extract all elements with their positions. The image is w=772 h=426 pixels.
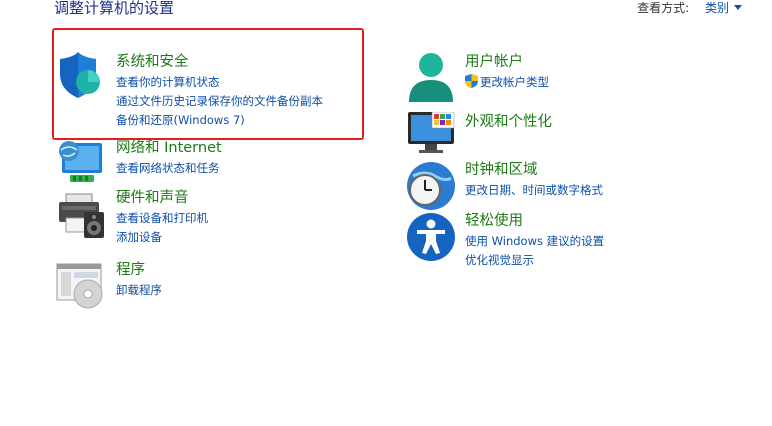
printer-speaker-icon[interactable]: [56, 188, 108, 240]
link-change-date-time-format[interactable]: 更改日期、时间或数字格式: [465, 181, 603, 200]
uac-shield-icon: [465, 74, 478, 88]
link-view-computer-status[interactable]: 查看你的计算机状态: [116, 73, 323, 92]
link-network-status[interactable]: 查看网络状态和任务: [116, 159, 222, 178]
user-icon[interactable]: [405, 52, 457, 104]
link-add-device[interactable]: 添加设备: [116, 228, 208, 247]
category-title[interactable]: 程序: [116, 260, 162, 281]
clock-globe-icon[interactable]: [405, 160, 457, 212]
link-file-history-backup[interactable]: 通过文件历史记录保存你的文件备份副本: [116, 92, 323, 111]
link-backup-restore[interactable]: 备份和还原(Windows 7): [116, 111, 323, 130]
category-title[interactable]: 系统和安全: [116, 52, 323, 73]
link-recommended-settings[interactable]: 使用 Windows 建议的设置: [465, 232, 604, 251]
shield-icon[interactable]: [56, 52, 108, 104]
network-globe-icon[interactable]: [56, 138, 108, 190]
category-title[interactable]: 用户帐户: [465, 52, 549, 73]
chevron-down-icon: [734, 5, 742, 10]
category-title[interactable]: 外观和个性化: [465, 112, 552, 133]
link-label: 更改帐户类型: [480, 75, 549, 89]
page-heading: 调整计算机的设置: [54, 0, 175, 17]
view-by-label: 查看方式:: [637, 1, 690, 15]
accessibility-icon[interactable]: [405, 211, 457, 263]
monitor-palette-icon[interactable]: [405, 111, 457, 164]
view-by-value: 类别: [704, 1, 729, 15]
view-by-control: 查看方式: 类别: [637, 0, 742, 17]
link-change-account-type[interactable]: 更改帐户类型: [465, 73, 549, 92]
category-title[interactable]: 网络和 Internet: [116, 138, 222, 159]
link-uninstall-program[interactable]: 卸载程序: [116, 281, 162, 300]
view-by-dropdown[interactable]: 类别: [705, 1, 742, 15]
link-optimize-visual-display[interactable]: 优化视觉显示: [465, 251, 604, 270]
category-title[interactable]: 轻松使用: [465, 211, 604, 232]
category-title[interactable]: 时钟和区域: [465, 160, 603, 181]
category-title[interactable]: 硬件和声音: [116, 188, 208, 209]
link-devices-printers[interactable]: 查看设备和打印机: [116, 209, 208, 228]
programs-disc-icon[interactable]: [56, 260, 108, 312]
